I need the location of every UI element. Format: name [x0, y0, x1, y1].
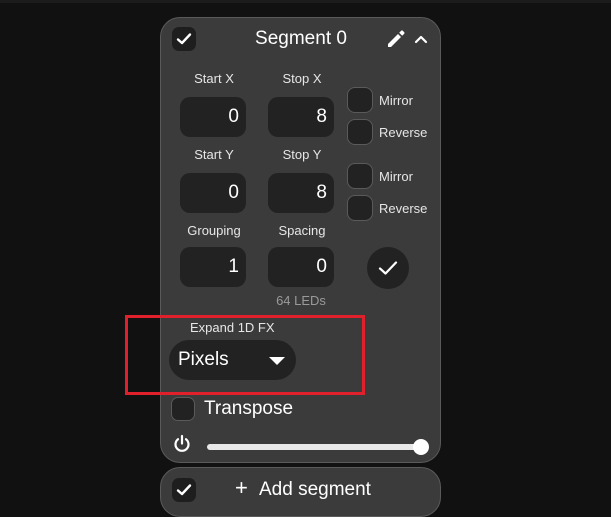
check-icon [176, 33, 192, 45]
mirror-x-label: Mirror [379, 93, 413, 108]
check-icon [176, 484, 192, 496]
mirror-x-checkbox[interactable] [347, 87, 373, 113]
start-y-label: Start Y [194, 147, 234, 162]
spacing-label: Spacing [278, 223, 326, 238]
chevron-up-icon [414, 35, 428, 44]
add-segment-label: Add segment [259, 479, 371, 500]
mirror-y-checkbox[interactable] [347, 163, 373, 189]
segment-power-button[interactable] [172, 434, 192, 459]
transpose-label: Transpose [204, 398, 294, 419]
highlight-box [125, 315, 365, 395]
led-count: 64 LEDs [276, 293, 326, 308]
mirror-y-label: Mirror [379, 169, 413, 184]
collapse-button[interactable] [413, 31, 429, 52]
add-segment-card[interactable]: + Add segment [160, 467, 441, 517]
reverse-x-checkbox[interactable] [347, 119, 373, 145]
reverse-y-label: Reverse [379, 201, 428, 216]
reverse-y-checkbox[interactable] [347, 195, 373, 221]
check-icon [378, 261, 398, 275]
power-icon [174, 434, 190, 452]
top-divider [0, 0, 611, 3]
stop-x-input[interactable]: 8 [268, 97, 334, 137]
segment-title: Segment 0 [255, 28, 347, 49]
apply-button[interactable] [367, 247, 409, 289]
reverse-x-label: Reverse [379, 125, 428, 140]
stop-y-input[interactable]: 8 [268, 173, 334, 213]
spacing-input[interactable]: 0 [268, 247, 334, 287]
add-segment-checkbox[interactable] [172, 478, 196, 502]
stop-x-label: Stop X [282, 71, 322, 86]
brightness-slider[interactable] [207, 439, 429, 455]
edit-name-button[interactable] [385, 28, 407, 55]
transpose-checkbox[interactable] [171, 397, 195, 421]
grouping-input[interactable]: 1 [180, 247, 246, 287]
grouping-label: Grouping [187, 223, 241, 238]
brightness-slider-thumb[interactable] [413, 439, 429, 455]
stop-y-label: Stop Y [282, 147, 322, 162]
plus-icon: + [235, 475, 248, 500]
start-x-input[interactable]: 0 [180, 97, 246, 137]
segment-select-checkbox[interactable] [172, 27, 196, 51]
start-y-input[interactable]: 0 [180, 173, 246, 213]
pencil-icon [388, 30, 405, 47]
segment-card: Segment 0 Start X Stop X 0 8 Mirror Reve… [160, 17, 441, 463]
brightness-slider-fill [207, 444, 421, 450]
start-x-label: Start X [194, 71, 234, 86]
